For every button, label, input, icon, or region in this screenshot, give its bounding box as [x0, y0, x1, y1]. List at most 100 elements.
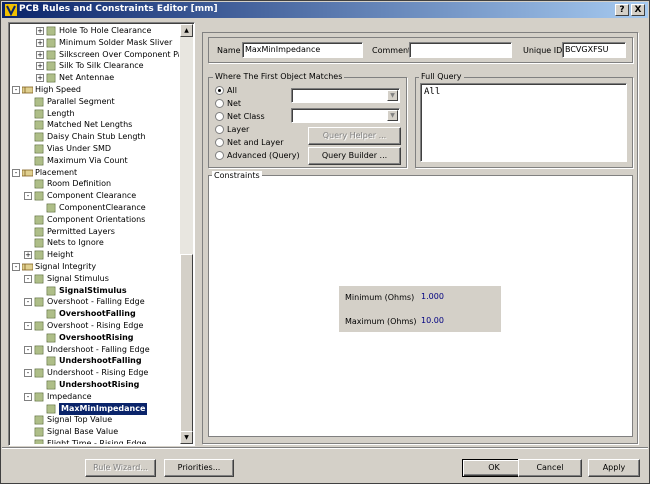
tree-item[interactable]: Matched Net Lengths [10, 119, 179, 131]
collapse-icon[interactable]: - [24, 192, 32, 201]
rule-wizard-button[interactable]: Rule Wizard... [85, 459, 156, 477]
tree-item-label: Overshoot - Rising Edge [47, 321, 144, 330]
net-combo[interactable]: ▼ [291, 88, 400, 103]
tree-item[interactable]: UndershootRising [10, 379, 179, 391]
tree-item[interactable]: OvershootFalling [10, 308, 179, 320]
name-input[interactable]: MaxMinImpedance [242, 42, 363, 58]
expand-icon[interactable]: + [36, 27, 44, 35]
tree-item[interactable]: UndershootFalling [10, 355, 179, 367]
rule-icon [34, 227, 44, 236]
collapse-icon[interactable]: - [24, 345, 32, 354]
tree-item[interactable]: + Minimum Solder Mask Sliver [10, 37, 179, 49]
radio-net-and-layer[interactable] [215, 138, 224, 147]
expand-icon[interactable]: + [36, 74, 44, 83]
tree-item[interactable]: Nets to Ignore [10, 237, 179, 249]
maximum-value[interactable]: 10.00 [421, 316, 444, 325]
apply-button[interactable]: Apply [588, 459, 640, 477]
net-class-combo[interactable]: ▼ [291, 108, 400, 123]
tree-item[interactable]: Vias Under SMD [10, 143, 179, 155]
tree-item-label: Signal Base Value [47, 427, 119, 437]
collapse-icon[interactable]: - [24, 369, 32, 378]
tree-item[interactable]: - High Speed [10, 84, 179, 96]
tree-item[interactable]: + Hole To Hole Clearance [10, 25, 179, 37]
tree-item[interactable]: Component Orientations [10, 214, 179, 226]
scroll-thumb[interactable] [180, 254, 193, 432]
chevron-down-icon[interactable]: ▼ [387, 90, 398, 101]
priorities-button[interactable]: Priorities... [164, 459, 234, 477]
tree-item[interactable]: Flight Time - Rising Edge [10, 438, 179, 444]
tree-item-label: Signal Stimulus [47, 273, 109, 283]
expand-icon[interactable]: + [36, 50, 44, 59]
tree-item[interactable]: - Placement [10, 167, 179, 179]
radio-advanced-query[interactable] [215, 151, 224, 160]
expand-icon[interactable]: + [24, 251, 32, 260]
tree-item-label: Daisy Chain Stub Length [47, 132, 146, 142]
tree-item[interactable]: - Undershoot - Falling Edge [10, 344, 179, 356]
collapse-icon[interactable]: - [12, 86, 20, 94]
tree-item[interactable]: - Component Clearance [10, 190, 179, 202]
tree-item[interactable]: Permitted Layers [10, 226, 179, 238]
ok-button[interactable]: OK [462, 459, 526, 477]
tree-item[interactable]: Room Definition [10, 178, 179, 190]
collapse-icon[interactable]: - [24, 322, 32, 330]
rule-icon [46, 203, 56, 213]
title-bar[interactable]: PCB Rules and Constraints Editor [mm] ? … [2, 2, 648, 18]
scroll-down-button[interactable]: ▼ [180, 431, 193, 444]
tree-item[interactable]: - Signal Integrity [10, 261, 179, 273]
tree-item[interactable]: Signal Top Value [10, 414, 179, 426]
tree-item[interactable]: Parallel Segment [10, 96, 179, 108]
rule-icon [34, 109, 44, 118]
tree-item[interactable]: OvershootRising [10, 332, 179, 344]
radio-all[interactable] [215, 86, 224, 95]
radio-net-class[interactable] [215, 112, 224, 121]
tree-item-label: Room Definition [47, 179, 112, 189]
scroll-up-button[interactable]: ▲ [180, 24, 193, 37]
query-builder-button[interactable]: Query Builder ... [308, 147, 401, 165]
tree-item[interactable]: - Overshoot - Falling Edge [10, 296, 179, 308]
close-button[interactable]: X [631, 4, 645, 16]
tree-item[interactable]: Daisy Chain Stub Length [10, 131, 179, 143]
tree-item[interactable]: - Overshoot - Rising Edge [10, 320, 179, 332]
tree-item[interactable]: - Signal Stimulus [10, 273, 179, 285]
category-icon [22, 263, 33, 271]
tree-scrollbar[interactable]: ▲ ▼ [180, 24, 193, 444]
collapse-icon[interactable]: - [24, 298, 32, 307]
tree-item[interactable]: Length [10, 108, 179, 120]
rule-icon [46, 333, 56, 343]
tree-item[interactable]: - Impedance [10, 391, 179, 403]
tree-item-label: Silk To Silk Clearance [59, 61, 144, 71]
tree-item[interactable]: ComponentClearance [10, 202, 179, 214]
collapse-icon[interactable]: - [24, 392, 32, 401]
tree-item-label: Maximum Via Count [47, 155, 128, 165]
cancel-button[interactable]: Cancel [518, 459, 582, 477]
collapse-icon[interactable]: - [12, 168, 20, 177]
tree-item[interactable]: MaxMinImpedance [10, 402, 179, 415]
tree-item[interactable]: Signal Base Value [10, 426, 179, 438]
full-query-text[interactable]: All [420, 83, 627, 162]
radio-layer[interactable] [215, 125, 224, 134]
tree-item[interactable]: + Silk To Silk Clearance [10, 60, 179, 72]
comment-input[interactable] [409, 42, 512, 58]
tree-item[interactable]: SignalStimulus [10, 285, 179, 297]
collapse-icon[interactable]: - [24, 274, 32, 283]
collapse-icon[interactable]: - [12, 263, 20, 271]
query-helper-button[interactable]: Query Helper ... [308, 127, 401, 145]
rule-icon [46, 286, 56, 295]
category-icon [22, 86, 33, 94]
radio-advanced-query-label: Advanced (Query) [227, 151, 300, 160]
tree-item[interactable]: + Net Antennae [10, 72, 179, 84]
app-icon [5, 4, 17, 16]
help-button[interactable]: ? [615, 4, 629, 16]
unique-id-input[interactable]: BCVGXFSU [562, 42, 626, 58]
expand-icon[interactable]: + [36, 38, 44, 47]
radio-all-label: All [227, 86, 237, 95]
minimum-value[interactable]: 1.000 [421, 292, 444, 301]
tree-item[interactable]: Maximum Via Count [10, 155, 179, 167]
radio-net[interactable] [215, 99, 224, 108]
tree-item[interactable]: + Height [10, 249, 179, 261]
expand-icon[interactable]: + [36, 62, 44, 71]
tree-item[interactable]: + Silkscreen Over Component Pads [10, 49, 179, 61]
rule-tree[interactable]: + Hole To Hole Clearance + Minimum Solder M… [8, 22, 195, 446]
chevron-down-icon[interactable]: ▼ [387, 110, 398, 121]
tree-item[interactable]: - Undershoot - Rising Edge [10, 367, 179, 379]
